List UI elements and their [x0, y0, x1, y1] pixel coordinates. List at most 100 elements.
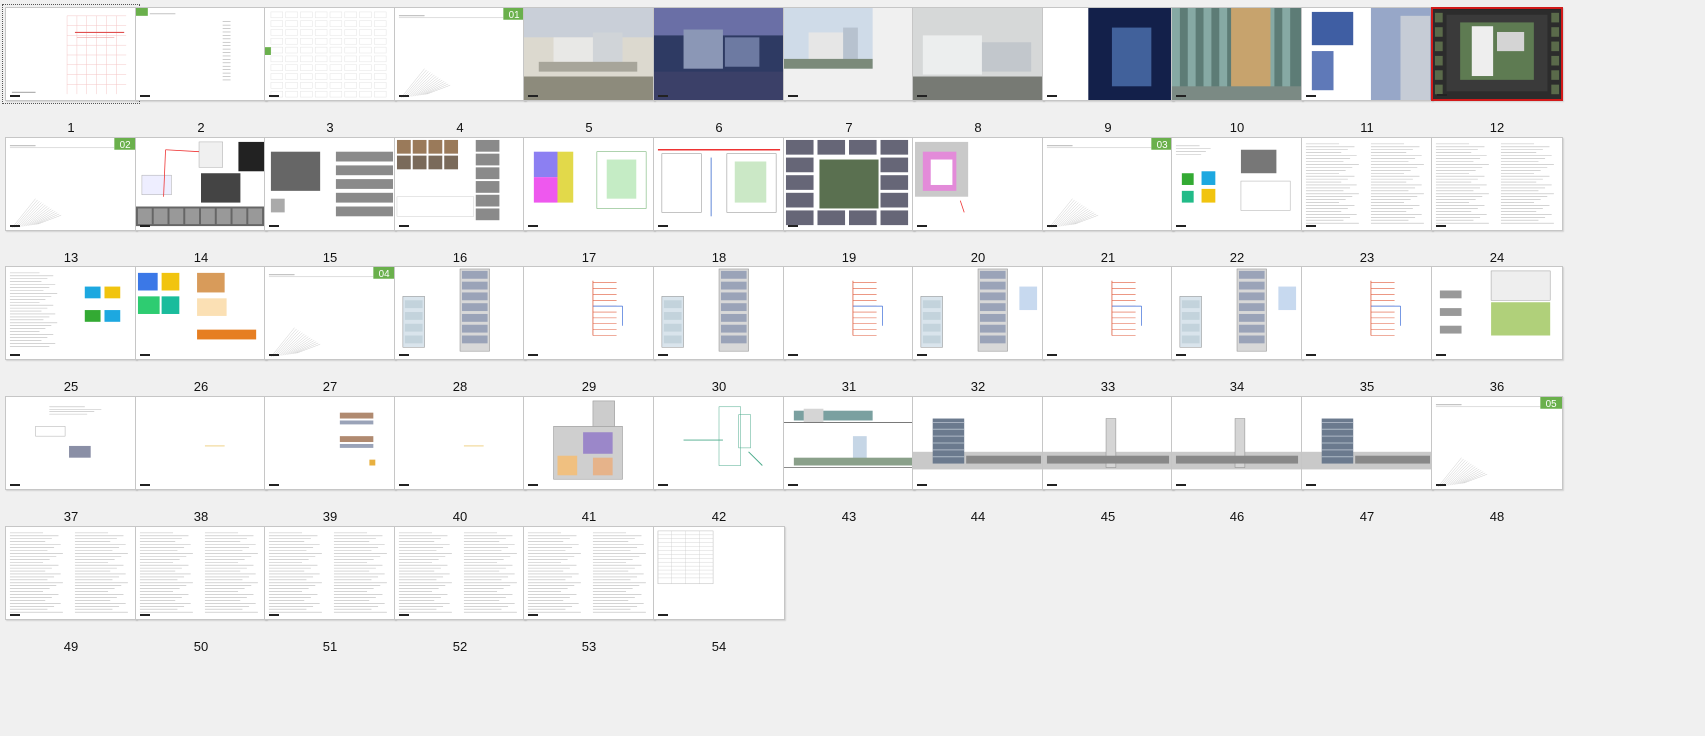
slide-thumbnail[interactable]: 33 [1037, 259, 1174, 394]
slide-thumbnail[interactable]: 19 [778, 130, 915, 265]
slide-preview[interactable] [264, 7, 396, 101]
slide-preview[interactable]: 02 [5, 137, 137, 231]
slide-preview[interactable] [135, 266, 267, 360]
slide-preview[interactable] [1301, 266, 1433, 360]
slide-preview[interactable] [1301, 7, 1433, 101]
slide-thumbnail[interactable]: 36 [1426, 259, 1563, 394]
slide-thumbnail[interactable]: 1 [0, 0, 140, 135]
slide-thumbnail[interactable]: 20 [907, 130, 1044, 265]
slide-thumbnail[interactable]: 35 [1296, 259, 1433, 394]
slide-preview[interactable]: 01 [394, 7, 526, 101]
slide-thumbnail[interactable]: 5 [518, 0, 655, 135]
slide-thumbnail[interactable]: 18 [648, 130, 785, 265]
slide-preview[interactable] [912, 137, 1044, 231]
slide-preview[interactable] [1042, 7, 1174, 101]
slide-preview[interactable] [394, 137, 526, 231]
slide-preview[interactable] [523, 137, 655, 231]
slide-preview[interactable] [135, 526, 267, 620]
slide-thumbnail[interactable]: 24 [1426, 130, 1563, 265]
slide-preview[interactable] [394, 266, 526, 360]
slide-thumbnail[interactable]: 39 [259, 389, 396, 524]
slide-thumbnail[interactable]: 37 [0, 389, 137, 524]
slide-preview[interactable] [264, 137, 396, 231]
slide-preview[interactable] [653, 266, 785, 360]
slide-thumbnail[interactable]: 34 [1166, 259, 1303, 394]
slide-preview[interactable] [1431, 7, 1563, 101]
slide-thumbnail[interactable]: 41 [518, 389, 655, 524]
slide-preview[interactable] [1171, 396, 1303, 490]
slide-thumbnail[interactable]: 6 [648, 0, 785, 135]
slide-preview[interactable] [912, 396, 1044, 490]
slide-preview[interactable] [912, 266, 1044, 360]
slide-thumbnail[interactable]: 29 [518, 259, 655, 394]
slide-thumbnail[interactable]: 25 [0, 259, 137, 394]
slide-preview[interactable] [1171, 137, 1303, 231]
slide-thumbnail[interactable]: 50 [130, 519, 267, 654]
slide-preview[interactable] [523, 266, 655, 360]
slide-thumbnail[interactable]: 03 21 [1037, 130, 1174, 265]
slide-thumbnail[interactable]: 51 [259, 519, 396, 654]
slide-thumbnail[interactable]: 28 [389, 259, 526, 394]
slide-preview[interactable] [5, 396, 137, 490]
slide-preview[interactable] [783, 266, 915, 360]
slide-preview[interactable] [523, 526, 655, 620]
slide-preview[interactable] [783, 396, 915, 490]
slide-preview[interactable] [264, 526, 396, 620]
slide-thumbnail[interactable]: 38 [130, 389, 267, 524]
slide-thumbnail[interactable]: 49 [0, 519, 137, 654]
slide-preview[interactable] [653, 526, 785, 620]
slide-thumbnail[interactable]: 52 [389, 519, 526, 654]
slide-preview[interactable] [394, 526, 526, 620]
slide-preview[interactable] [264, 396, 396, 490]
slide-thumbnail[interactable]: 26 [130, 259, 267, 394]
slide-preview[interactable] [135, 7, 267, 101]
slide-thumbnail[interactable]: 30 [648, 259, 785, 394]
slide-preview[interactable] [523, 396, 655, 490]
slide-thumbnail[interactable]: 43 [778, 389, 915, 524]
slide-preview[interactable] [783, 137, 915, 231]
slide-preview[interactable] [783, 7, 915, 101]
slide-preview[interactable] [5, 266, 137, 360]
slide-thumbnail[interactable]: 47 [1296, 389, 1433, 524]
slide-thumbnail[interactable]: 54 [648, 519, 785, 654]
slide-preview[interactable] [1431, 266, 1563, 360]
slide-thumbnail[interactable]: 10 [1166, 0, 1303, 135]
slide-thumbnail[interactable]: 04 27 [259, 259, 396, 394]
slide-thumbnail[interactable]: 31 [778, 259, 915, 394]
slide-thumbnail[interactable]: 23 [1296, 130, 1433, 265]
slide-thumbnail[interactable]: 32 [907, 259, 1044, 394]
slide-preview[interactable] [135, 137, 267, 231]
slide-thumbnail[interactable]: 22 [1166, 130, 1303, 265]
slide-thumbnail[interactable]: 01 4 [389, 0, 526, 135]
slide-preview[interactable] [1171, 7, 1303, 101]
slide-thumbnail[interactable]: 12 [1426, 0, 1563, 135]
slide-thumbnail[interactable]: 42 [648, 389, 785, 524]
slide-thumbnail[interactable]: 05 48 [1426, 389, 1563, 524]
slide-preview[interactable] [394, 396, 526, 490]
slide-preview[interactable] [653, 396, 785, 490]
slide-preview[interactable] [1171, 266, 1303, 360]
slide-preview[interactable]: 04 [264, 266, 396, 360]
slide-preview[interactable] [1042, 396, 1174, 490]
slide-preview[interactable]: 05 [1431, 396, 1563, 490]
slide-preview[interactable] [2, 4, 140, 104]
slide-thumbnail[interactable]: 15 [259, 130, 396, 265]
slide-thumbnail[interactable]: 7 [778, 0, 915, 135]
slide-thumbnail[interactable]: 53 [518, 519, 655, 654]
slide-thumbnail[interactable]: 17 [518, 130, 655, 265]
slide-preview[interactable] [1042, 266, 1174, 360]
slide-thumbnail[interactable]: 14 [130, 130, 267, 265]
slide-thumbnail[interactable]: 16 [389, 130, 526, 265]
slide-preview[interactable] [1431, 137, 1563, 231]
slide-preview[interactable] [1301, 396, 1433, 490]
slide-preview[interactable] [653, 137, 785, 231]
slide-thumbnail[interactable]: 9 [1037, 0, 1174, 135]
slide-preview[interactable] [5, 526, 137, 620]
slide-thumbnail[interactable]: 11 [1296, 0, 1433, 135]
slide-preview[interactable] [653, 7, 785, 101]
slide-thumbnail[interactable]: 44 [907, 389, 1044, 524]
slide-preview[interactable] [135, 396, 267, 490]
slide-preview[interactable]: 03 [1042, 137, 1174, 231]
slide-thumbnail[interactable]: 46 [1166, 389, 1303, 524]
slide-preview[interactable] [523, 7, 655, 101]
